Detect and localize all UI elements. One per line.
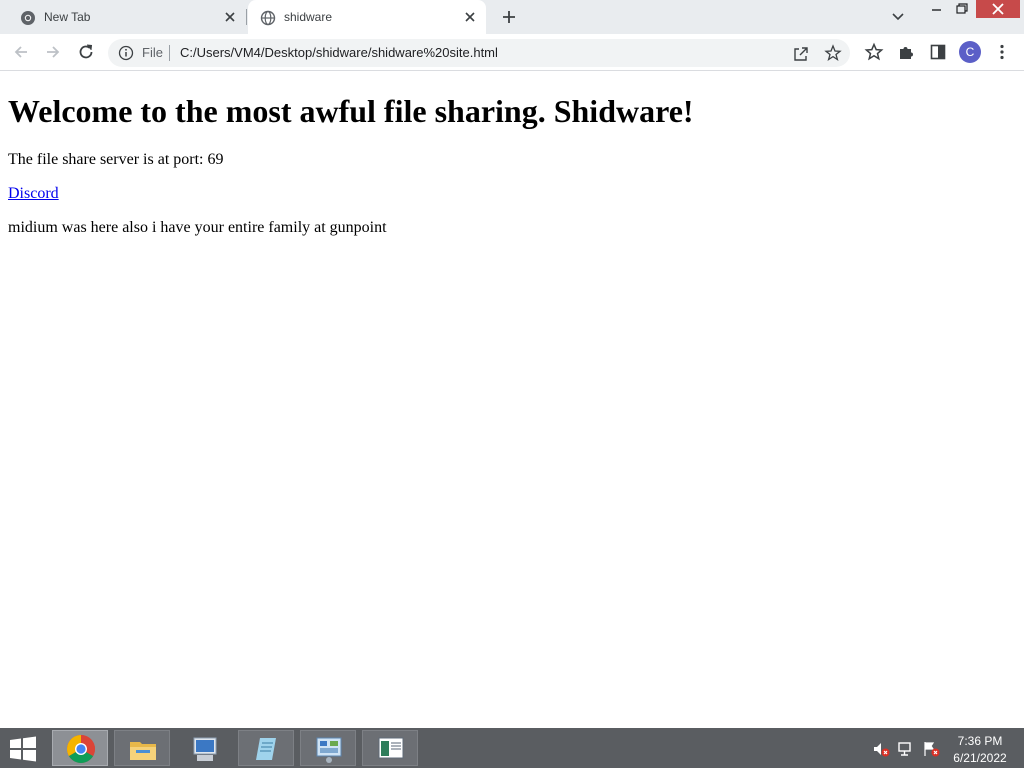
restore-button[interactable] [950, 0, 974, 20]
globe-icon [260, 10, 276, 26]
message-text: midium was here also i have your entire … [8, 219, 387, 236]
share-icon[interactable] [792, 45, 810, 63]
address-bar[interactable]: File C:/Users/VM4/Desktop/shidware/shidw… [108, 39, 850, 67]
tab-title: New Tab [44, 10, 91, 24]
file-explorer-icon [130, 742, 156, 760]
tab-title: shidware [284, 10, 333, 24]
back-button[interactable] [11, 42, 31, 62]
tab-strip: New Tab shidware [0, 0, 1024, 34]
taskbar-notepad[interactable] [238, 730, 294, 766]
port-text: The file share server is at port: 69 [8, 151, 224, 168]
tab-new-tab[interactable]: New Tab [8, 0, 246, 34]
taskbar: 7:36 PM 6/21/2022 [0, 728, 1024, 768]
taskbar-server-manager[interactable] [176, 730, 232, 766]
action-center-icon[interactable] [922, 740, 940, 758]
scheme-label: File [142, 45, 163, 60]
extensions-icon[interactable] [896, 42, 916, 62]
url-text[interactable]: C:/Users/VM4/Desktop/shidware/shidware%2… [180, 45, 498, 60]
taskbar-chrome[interactable] [52, 730, 108, 766]
network-icon[interactable] [897, 740, 915, 758]
reload-button[interactable] [76, 42, 96, 62]
page-content: Welcome to the most awful file sharing. … [0, 71, 1024, 728]
chrome-icon [67, 735, 95, 763]
omnibox-divider [169, 45, 170, 61]
close-icon[interactable] [462, 9, 478, 25]
profile-avatar[interactable]: C [959, 41, 981, 63]
minimize-button[interactable] [926, 0, 948, 20]
info-icon[interactable] [118, 45, 134, 61]
new-tab-button[interactable] [499, 7, 519, 27]
forward-button[interactable] [43, 42, 63, 62]
chevron-down-icon[interactable] [889, 9, 907, 25]
taskbar-control-panel[interactable] [300, 730, 356, 766]
control-panel-icon [316, 737, 342, 763]
chrome-icon [21, 11, 35, 25]
tab-shidware[interactable]: shidware [248, 0, 486, 34]
close-icon[interactable] [222, 9, 238, 25]
taskbar-file-explorer[interactable] [114, 730, 170, 766]
volume-muted-icon[interactable] [872, 740, 890, 758]
taskbar-remote-desktop[interactable] [362, 730, 418, 766]
page-heading: Welcome to the most awful file sharing. … [8, 93, 694, 129]
remote-desktop-icon [378, 737, 404, 759]
bookmark-star-icon[interactable] [824, 44, 842, 62]
notepad-icon [256, 738, 276, 760]
window-close-button[interactable] [976, 0, 1020, 18]
menu-icon[interactable] [992, 42, 1012, 62]
windows-start-icon[interactable] [8, 736, 38, 762]
clock-date[interactable]: 6/21/2022 [946, 751, 1014, 765]
tab-divider [246, 9, 247, 25]
discord-link[interactable]: Discord [8, 185, 59, 203]
reading-list-star-icon[interactable] [864, 42, 884, 62]
server-manager-icon [193, 737, 217, 761]
browser-toolbar: File C:/Users/VM4/Desktop/shidware/shidw… [0, 34, 1024, 71]
clock-time[interactable]: 7:36 PM [952, 734, 1008, 748]
side-panel-icon[interactable] [928, 42, 948, 62]
